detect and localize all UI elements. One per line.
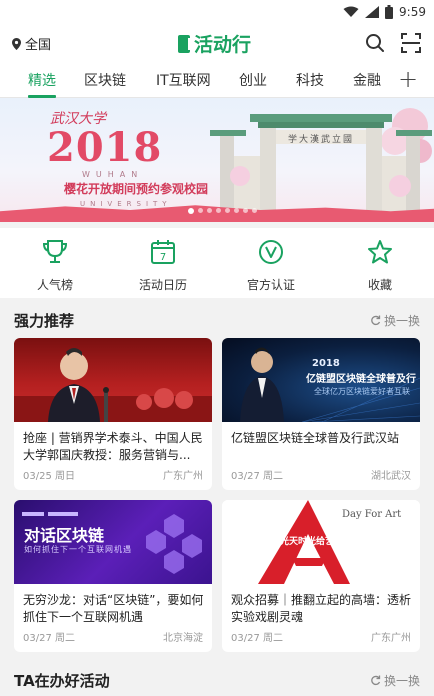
- pagination-dot[interactable]: [225, 208, 230, 213]
- status-time: 9:59: [399, 5, 426, 19]
- event-date: 03/27 周二: [23, 633, 75, 644]
- section-title: 强力推荐: [14, 312, 75, 330]
- tab-startup[interactable]: 创业: [239, 70, 267, 90]
- pagination-dot[interactable]: [207, 208, 212, 213]
- refresh-label: 换一换: [383, 314, 420, 328]
- refresh-icon: [371, 315, 381, 326]
- category-tabs: 精选 区块链 IT互联网 创业 科技 金融 +: [0, 62, 434, 98]
- quicknav-label: 官方认证: [246, 278, 295, 292]
- event-location: 北京海淀: [163, 633, 203, 644]
- event-title: 亿链盟区块链全球普及行武汉站: [231, 431, 400, 445]
- event-card-image: 对话区块链 如何抓住下一个互联网机遇: [14, 500, 212, 584]
- refresh-button[interactable]: 换一换: [370, 672, 420, 689]
- brand-logo: 活动行: [178, 30, 251, 57]
- ta-section-header: TA在办好活动 换一换: [0, 660, 434, 696]
- location-pin-icon: [12, 37, 21, 50]
- quicknav-label: 人气榜: [36, 278, 73, 292]
- event-location: 广东广州: [163, 471, 203, 482]
- university-gate-illustration: [210, 108, 432, 211]
- tab-blockchain[interactable]: 区块链: [84, 70, 126, 90]
- tab-finance[interactable]: 金融: [353, 70, 381, 90]
- tab-featured[interactable]: 精选: [28, 70, 56, 90]
- add-tab-icon[interactable]: +: [398, 65, 418, 93]
- banner-headline: 樱花开放期间预约参观校园: [64, 182, 209, 196]
- event-date: 03/25 周日: [23, 471, 75, 482]
- poster-headline: Day For Art: [342, 509, 402, 520]
- search-icon: [366, 34, 384, 52]
- pagination-dot[interactable]: [198, 208, 203, 213]
- verified-icon: [259, 240, 283, 264]
- tab-it-internet[interactable]: IT互联网: [156, 70, 211, 90]
- trophy-icon: [42, 240, 68, 263]
- app-header: 全国 活动行: [0, 24, 434, 62]
- pagination-dot[interactable]: [243, 208, 248, 213]
- poster-subline: 光天时光给艺术: [280, 537, 344, 547]
- poster-headline: 亿链盟区块链全球普及行: [306, 374, 416, 385]
- pagination-dot[interactable]: [252, 208, 257, 213]
- event-title: 无穷沙龙：对话“区块链”，要如何抓住下一个互联网机遇: [23, 593, 204, 624]
- poster-subline: 全球亿万区块链爱好者互联: [314, 387, 410, 396]
- banner-year: 2018: [47, 124, 163, 171]
- recommend-section-header: 强力推荐 换一换: [0, 300, 434, 336]
- search-button[interactable]: [363, 31, 387, 55]
- event-card-image: 2018 亿链盟区块链全球普及行 全球亿万区块链爱好者互联: [222, 338, 420, 422]
- scan-button[interactable]: [399, 31, 423, 55]
- location-label: 全国: [25, 38, 52, 53]
- event-card-image: [14, 338, 212, 422]
- quicknav-favorites[interactable]: 收藏: [340, 238, 420, 293]
- quicknav-label: 收藏: [367, 278, 392, 292]
- event-location: 湖北武汉: [371, 471, 411, 482]
- quicknav-verified[interactable]: 官方认证: [231, 238, 311, 293]
- pagination-dot[interactable]: [234, 208, 239, 213]
- refresh-label: 换一换: [383, 674, 420, 688]
- promo-banner[interactable]: 学大漢武立國 武汉大学 2018 WUHAN 樱花开放期间预约参观校园 UNIV…: [0, 98, 434, 222]
- logo-mark-icon: [178, 34, 194, 53]
- signal-icon: [365, 6, 380, 18]
- poster-year: 2018: [312, 358, 340, 369]
- quicknav-label: 活动日历: [138, 278, 187, 292]
- event-card-image: Day For Art 光天时光给艺术: [222, 500, 420, 584]
- calendar-icon: 7: [151, 240, 175, 264]
- pagination-dot[interactable]: [188, 207, 194, 214]
- status-bar: 9:59: [0, 0, 434, 24]
- poster-headline: 对话区块链: [24, 526, 105, 545]
- svg-text:7: 7: [160, 252, 166, 263]
- battery-icon: [385, 5, 394, 19]
- gate-inscription: 学大漢武立國: [287, 135, 354, 145]
- star-icon: [368, 240, 392, 264]
- location-selector[interactable]: 全国: [12, 34, 51, 53]
- poster-subline: 如何抓住下一个互联网机遇: [24, 545, 132, 554]
- tab-technology[interactable]: 科技: [296, 70, 324, 90]
- event-card[interactable]: Day For Art 光天时光给艺术 观众招募｜推翻立起的高墙：透析实验戏剧灵…: [222, 500, 420, 652]
- scan-icon: [401, 33, 421, 53]
- event-location: 广东广州: [371, 633, 411, 644]
- banner-city-en: WUHAN: [82, 170, 144, 179]
- section-title: TA在办好活动: [14, 672, 110, 690]
- banner-university-en: UNIVERSITY: [80, 200, 172, 208]
- event-date: 03/27 周二: [231, 633, 283, 644]
- event-card[interactable]: 2018 亿链盟区块链全球普及行 全球亿万区块链爱好者互联 亿链盟区块链全球普及…: [222, 338, 420, 490]
- event-date: 03/27 周二: [231, 471, 283, 482]
- refresh-button[interactable]: 换一换: [370, 312, 420, 329]
- event-title: 抢座 | 营销界学术泰斗、中国人民大学郭国庆教授：服务营销与...: [23, 431, 203, 462]
- event-card[interactable]: 抢座 | 营销界学术泰斗、中国人民大学郭国庆教授：服务营销与... 03/25 …: [14, 338, 212, 490]
- refresh-icon: [371, 675, 381, 686]
- event-card[interactable]: 对话区块链 如何抓住下一个互联网机遇 无穷沙龙：对话“区块链”，要如何抓住下一个…: [14, 500, 212, 652]
- pagination-dot[interactable]: [216, 208, 221, 213]
- quick-nav: 人气榜 7 活动日历 官方认证 收藏: [0, 228, 434, 298]
- banner-pagination: [188, 207, 257, 214]
- quicknav-calendar[interactable]: 7 活动日历: [123, 238, 203, 293]
- speaker-photo: [14, 348, 212, 422]
- wifi-icon: [343, 6, 359, 17]
- event-title: 观众招募｜推翻立起的高墙：透析实验戏剧灵魂: [231, 593, 412, 624]
- brand-name: 活动行: [194, 34, 252, 56]
- quicknav-popular[interactable]: 人气榜: [15, 238, 95, 293]
